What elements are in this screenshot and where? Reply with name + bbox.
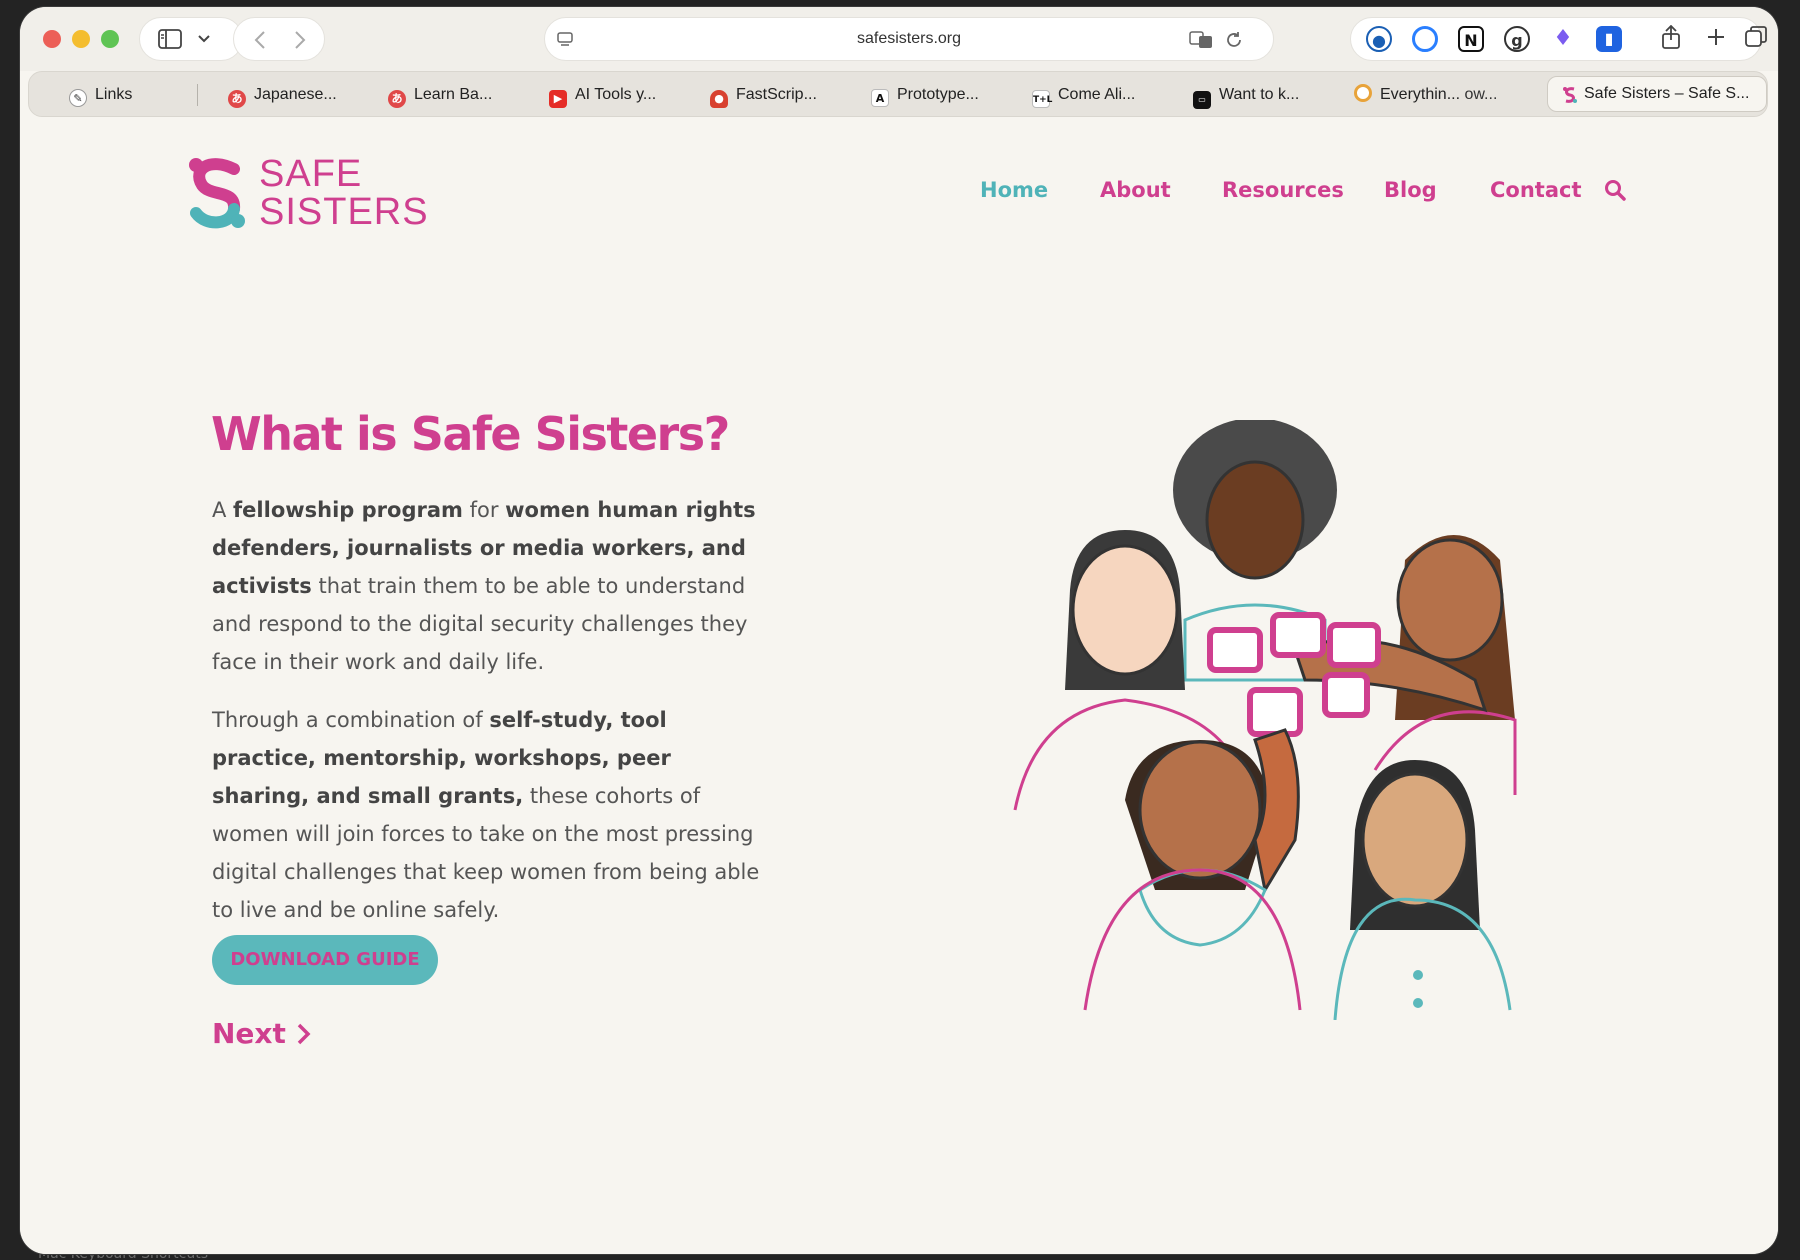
tab-want-to-know[interactable]: ▭ Want to k...	[1193, 78, 1323, 112]
tab-ai-tools[interactable]: ▶ AI Tools y...	[549, 78, 679, 112]
women-puzzle-illustration	[1013, 420, 1517, 1020]
chevron-right-icon	[297, 1023, 311, 1045]
logo-wordmark: SAFE SISTERS	[259, 155, 429, 231]
tab-label: Japanese...	[254, 86, 337, 103]
tab-label: Links	[95, 86, 133, 103]
nav-resources[interactable]: Resources	[1222, 178, 1344, 202]
safe-sisters-favicon-icon	[1563, 87, 1577, 103]
tab-safe-sisters[interactable]: Safe Sisters – Safe S...	[1547, 76, 1767, 112]
tab-overview-icon[interactable]	[1745, 26, 1767, 48]
url-text: safesisters.org	[856, 30, 962, 47]
everything-favicon-icon	[1354, 84, 1372, 102]
tab-label: Prototype...	[897, 86, 979, 103]
translate-icon[interactable]	[1189, 31, 1213, 49]
browser-toolbar: safesisters.org ● N g ♦ ▮	[20, 7, 1778, 71]
search-icon[interactable]	[1603, 178, 1627, 202]
sync-extension-icon[interactable]	[1412, 26, 1438, 52]
back-icon[interactable]	[254, 30, 266, 50]
nav-blog[interactable]: Blog	[1384, 178, 1437, 202]
tab-separator	[197, 84, 198, 106]
chevron-down-icon	[198, 35, 210, 43]
reload-icon[interactable]	[1225, 31, 1243, 49]
grammar-extension-icon[interactable]: g	[1504, 26, 1530, 52]
tl-favicon-icon: T+L	[1032, 90, 1052, 108]
tab-label: Come Ali...	[1058, 86, 1136, 103]
minimize-window-button[interactable]	[72, 30, 90, 48]
tab-japanese[interactable]: あ Japanese...	[228, 78, 358, 112]
tab-fastscrip[interactable]: ● FastScrip...	[710, 78, 840, 112]
site-logo[interactable]: SAFE SISTERS	[184, 155, 428, 236]
web-page: SAFE SISTERS Home About Resources Blog Co…	[20, 120, 1778, 1254]
page-title: What is Safe Sisters?	[211, 407, 730, 461]
next-label: Next	[212, 1017, 286, 1050]
tab-label: Safe Sisters – Safe S...	[1584, 85, 1750, 102]
tab-bar: ✎ Links あ Japanese... あ Learn Ba... ▶ AI Too…	[28, 71, 1768, 117]
navigation-buttons	[233, 17, 325, 61]
tab-links[interactable]: ✎ Links	[69, 78, 199, 112]
tab-label: Everythin...	[1380, 86, 1461, 103]
text-run: A	[212, 498, 234, 522]
address-bar[interactable]: safesisters.org	[544, 17, 1274, 61]
nav-contact[interactable]: Contact	[1490, 178, 1582, 202]
bold-run: fellowship program	[233, 498, 463, 522]
bookmark-icon[interactable]: ▮	[1596, 26, 1622, 52]
youtube-icon: ▶	[549, 90, 567, 108]
notion-icon[interactable]: N	[1458, 26, 1484, 52]
tab-label: Want to k...	[1219, 86, 1300, 103]
download-guide-button[interactable]: DOWNLOAD GUIDE	[212, 935, 438, 985]
japanese-favicon-icon: あ	[228, 90, 246, 108]
sidebar-toggle-button[interactable]	[139, 17, 243, 61]
forward-icon[interactable]	[294, 30, 306, 50]
tab-prototype[interactable]: A Prototype...	[871, 78, 1001, 112]
logo-line-2: SISTERS	[259, 191, 429, 233]
tab-everything[interactable]: Everythin... ow...	[1354, 78, 1544, 112]
nav-home[interactable]: Home	[980, 178, 1048, 202]
bookmark-ai-icon[interactable]: ♦	[1550, 26, 1576, 52]
tab-label: AI Tools y...	[575, 86, 657, 103]
fastscrip-favicon-icon: ●	[710, 90, 728, 108]
learn-favicon-icon: あ	[388, 90, 406, 108]
new-tab-icon[interactable]	[1707, 28, 1725, 46]
text-run: for	[462, 498, 506, 522]
zoom-window-button[interactable]	[101, 30, 119, 48]
share-icon[interactable]	[1661, 25, 1681, 49]
anthropic-icon: A	[871, 89, 889, 107]
tab-label: Learn Ba...	[414, 86, 493, 103]
logo-line-1: SAFE	[259, 153, 363, 195]
tab-come-ali[interactable]: T+L Come Ali...	[1032, 78, 1162, 112]
close-window-button[interactable]	[43, 30, 61, 48]
tab-label: FastScrip...	[736, 86, 817, 103]
dark-favicon-icon: ▭	[1193, 91, 1211, 109]
intro-paragraph: A fellowship program for women human rig…	[212, 491, 772, 681]
text-run: Through a combination of	[212, 708, 490, 732]
safe-sisters-logo-icon	[189, 158, 245, 229]
nav-about[interactable]: About	[1100, 178, 1171, 202]
browser-window: safesisters.org ● N g ♦ ▮ ✎ Links あ Japane…	[20, 7, 1778, 1254]
password-extension-icon[interactable]: ●	[1366, 26, 1392, 52]
tab-label-suffix: ow...	[1464, 86, 1498, 103]
tab-learn[interactable]: あ Learn Ba...	[388, 78, 518, 112]
links-favicon-icon: ✎	[69, 89, 87, 107]
next-link[interactable]: Next	[212, 1017, 312, 1050]
sidebar-icon	[158, 29, 182, 49]
program-paragraph: Through a combination of self-study, too…	[212, 701, 772, 929]
